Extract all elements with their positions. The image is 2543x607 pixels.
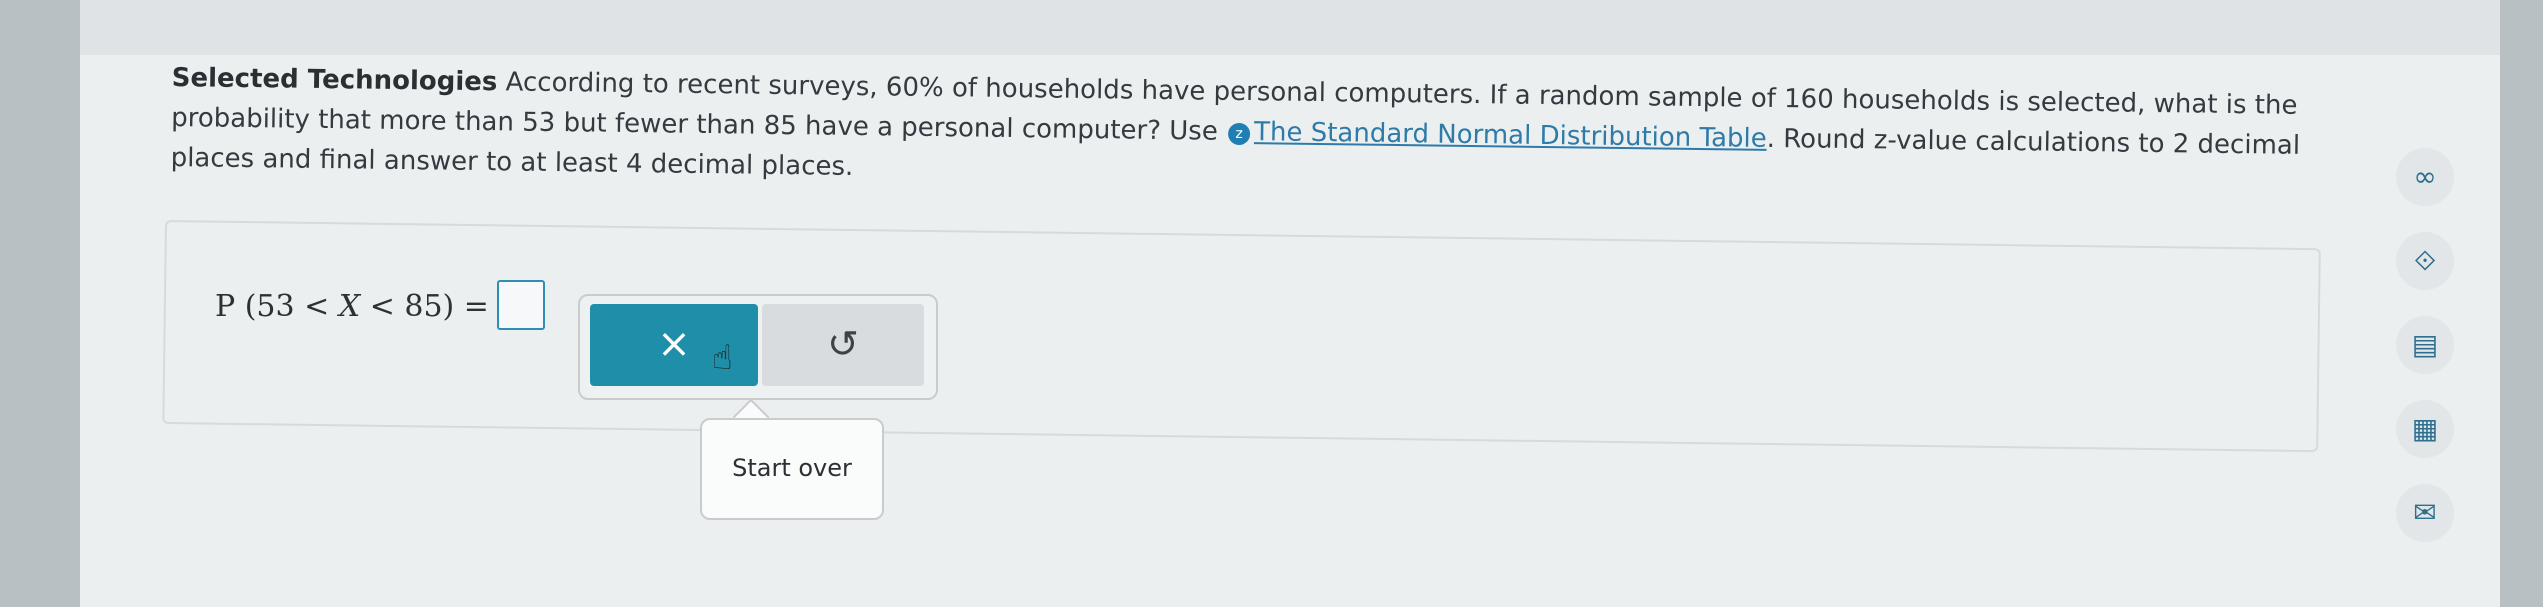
hand-cursor-icon: ☝ [712,338,733,378]
expression-suffix: < 85) = [360,289,489,324]
clear-button[interactable]: × [590,304,758,386]
expression-variable: X [338,289,361,324]
notes-icon[interactable]: ▤ [2396,316,2454,374]
top-strip [80,0,2500,55]
info-icon[interactable]: z [1227,122,1251,146]
mail-icon[interactable]: ✉ [2396,484,2454,542]
answer-input[interactable] [496,280,545,330]
expression-prefix: P (53 < [215,289,339,324]
start-over-tooltip: Start over [700,418,884,520]
probability-expression: P (53 < X < 85) = [215,280,545,330]
answer-area [162,220,2321,453]
compass-icon[interactable]: ⟐ [2396,232,2454,290]
normal-table-link[interactable]: The Standard Normal Distribution Table [1254,117,1767,154]
question-title: Selected Technologies [171,62,498,98]
answer-toolbar: × ↺ [578,294,938,400]
infinity-icon[interactable]: ∞ [2396,148,2454,206]
undo-button[interactable]: ↺ [762,304,924,386]
calculator-icon[interactable]: ▦ [2396,400,2454,458]
